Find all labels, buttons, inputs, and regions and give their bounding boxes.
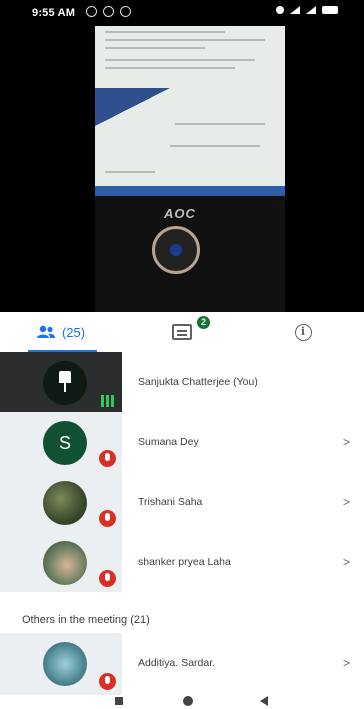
- participant-row[interactable]: S Sumana Dey >: [0, 412, 364, 472]
- tab-info[interactable]: i: [242, 312, 364, 352]
- avatar: [43, 642, 87, 686]
- chevron-right-icon[interactable]: >: [343, 472, 350, 532]
- monitor-bezel-blue: [95, 186, 285, 196]
- people-count: (25): [61, 324, 86, 340]
- status-time: 9:55 AM: [32, 7, 76, 19]
- avatar: [43, 541, 87, 585]
- recents-icon[interactable]: [115, 697, 123, 705]
- mic-muted-icon: [99, 673, 116, 690]
- avatar: S: [43, 421, 87, 465]
- meeting-tabs: (25) i: [0, 312, 364, 352]
- mic-muted-icon: [99, 510, 116, 527]
- participant-row[interactable]: Trishani Saha >: [0, 472, 364, 532]
- monitor-brand: AOC: [164, 206, 196, 221]
- notification-icon: [120, 6, 131, 17]
- participant-name: Trishani Saha: [138, 496, 203, 508]
- mic-muted-icon: [99, 570, 116, 587]
- tab-chat[interactable]: [121, 312, 242, 352]
- system-nav-bar: [0, 695, 364, 709]
- chat-unread-badge: 2: [197, 316, 210, 329]
- participant-name: Additiya. Sardar.: [138, 657, 216, 669]
- people-icon: [36, 325, 55, 338]
- chat-icon: [171, 324, 192, 340]
- pin-icon[interactable]: [59, 371, 71, 393]
- back-icon[interactable]: [260, 696, 268, 706]
- signal-icon: [290, 6, 300, 14]
- notification-icons: [86, 6, 131, 17]
- others-list: Additiya. Sardar. >: [0, 633, 364, 695]
- tab-people[interactable]: (25): [0, 312, 121, 352]
- video-feed[interactable]: AOC: [0, 0, 364, 312]
- participant-list: Sanjukta Chatterjee (You) S Sumana Dey >…: [0, 352, 364, 592]
- participant-row[interactable]: shanker pryea Laha >: [0, 532, 364, 592]
- info-icon: i: [294, 323, 312, 341]
- mic-muted-icon: [99, 450, 116, 467]
- avatar: [43, 481, 87, 525]
- audio-level-icon: [99, 390, 116, 407]
- signal-icon: [306, 6, 316, 14]
- participant-name: shanker pryea Laha: [138, 556, 231, 568]
- participant-name: Sumana Dey: [138, 436, 199, 448]
- notification-icon: [86, 6, 97, 17]
- others-section-title: Others in the meeting (21): [22, 614, 150, 626]
- participant-name: Sanjukta Chatterjee (You): [138, 376, 258, 388]
- diagram-triangle: [95, 88, 170, 126]
- system-icons: [276, 6, 338, 14]
- chevron-right-icon[interactable]: >: [343, 532, 350, 592]
- alarm-icon: [276, 6, 284, 14]
- webcam: [152, 226, 200, 274]
- home-icon[interactable]: [183, 696, 193, 706]
- status-bar: 9:55 AM: [0, 0, 364, 26]
- chevron-right-icon[interactable]: >: [343, 412, 350, 472]
- notification-icon: [103, 6, 114, 17]
- battery-icon: [322, 6, 338, 14]
- participant-row-self[interactable]: Sanjukta Chatterjee (You): [0, 352, 364, 412]
- chevron-right-icon[interactable]: >: [343, 633, 350, 693]
- participant-row[interactable]: Additiya. Sardar. >: [0, 633, 364, 695]
